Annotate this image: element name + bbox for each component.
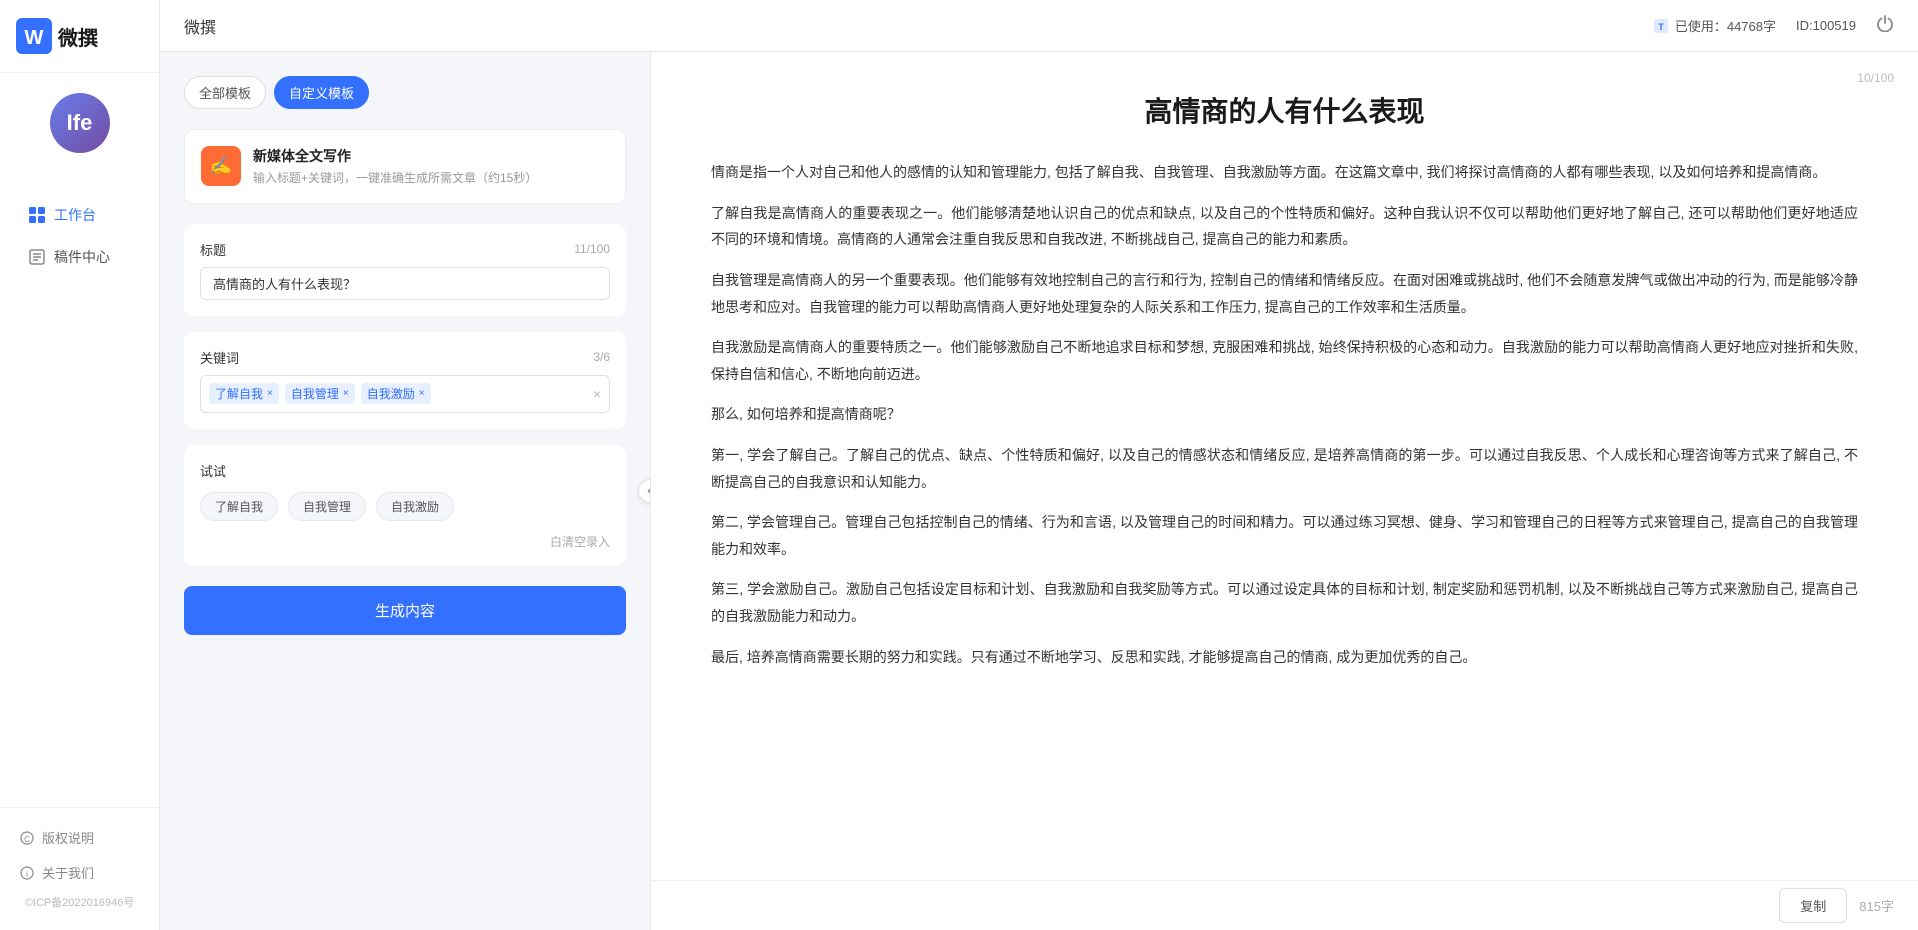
tab-custom[interactable]: 自定义模板 bbox=[274, 76, 369, 109]
keyword-label: 关键词 3/6 bbox=[200, 348, 610, 367]
svg-text:i: i bbox=[26, 870, 28, 879]
tags-container[interactable]: 了解自我 × 自我管理 × 自我激励 × × bbox=[200, 375, 610, 413]
topbar-title: 微撰 bbox=[184, 14, 216, 38]
sidebar-item-workbench[interactable]: 工作台 bbox=[8, 195, 151, 235]
test-section: 试试 了解自我 自我管理 自我激励 白清空录入 bbox=[184, 445, 626, 566]
sidebar: W 微撰 Ife 工作台 稿件中心 bbox=[0, 0, 160, 930]
article-para-0: 情商是指一个人对自己和他人的感情的认知和管理能力, 包括了解自我、自我管理、自我… bbox=[711, 159, 1858, 186]
drafts-icon bbox=[28, 248, 46, 266]
sidebar-about[interactable]: i 关于我们 bbox=[0, 855, 159, 890]
tag-3[interactable]: 自我激励 × bbox=[361, 383, 431, 404]
right-panel: 10/100 高情商的人有什么表现 情商是指一个人对自己和他人的感情的认知和管理… bbox=[651, 52, 1918, 930]
usage-text: 已使用：44768字 bbox=[1675, 16, 1776, 35]
test-clear-btn[interactable]: 白清空录入 bbox=[200, 533, 610, 550]
workbench-icon bbox=[28, 206, 46, 224]
title-input[interactable] bbox=[200, 267, 610, 300]
about-label: 关于我们 bbox=[42, 863, 94, 882]
title-count: 11/100 bbox=[574, 242, 610, 256]
tag-2-text: 自我管理 bbox=[291, 385, 339, 402]
keyword-count: 3/6 bbox=[593, 350, 610, 364]
topbar-usage: T 已使用：44768字 bbox=[1653, 16, 1776, 35]
logo-text: 微撰 bbox=[58, 22, 98, 51]
tag-3-text: 自我激励 bbox=[367, 385, 415, 402]
tag-1[interactable]: 了解自我 × bbox=[209, 383, 279, 404]
template-tabs: 全部模板 自定义模板 bbox=[184, 76, 626, 109]
tab-all[interactable]: 全部模板 bbox=[184, 76, 266, 109]
topbar: 微撰 T 已使用：44768字 ID:100519 bbox=[160, 0, 1918, 52]
test-label: 试试 bbox=[200, 461, 610, 480]
test-chips: 了解自我 自我管理 自我激励 bbox=[200, 492, 610, 521]
generate-button[interactable]: 生成内容 bbox=[184, 586, 626, 635]
article-para-6: 第二, 学会管理自己。管理自己包括控制自己的情绪、行为和言语, 以及管理自己的时… bbox=[711, 509, 1858, 562]
logo-icon: W bbox=[16, 18, 52, 54]
content-area: 全部模板 自定义模板 ✍ 新媒体全文写作 输入标题+关键词，一键准确生成所需文章… bbox=[160, 52, 1918, 930]
svg-text:T: T bbox=[1658, 22, 1664, 32]
avatar-area: Ife bbox=[0, 73, 159, 173]
title-label: 标题 11/100 bbox=[200, 240, 610, 259]
tag-2[interactable]: 自我管理 × bbox=[285, 383, 355, 404]
article-para-1: 了解自我是高情商人的重要表现之一。他们能够清楚地认识自己的优点和缺点, 以及自己… bbox=[711, 200, 1858, 253]
test-chip-1[interactable]: 了解自我 bbox=[200, 492, 278, 521]
topbar-id: ID:100519 bbox=[1796, 18, 1856, 33]
left-panel: 全部模板 自定义模板 ✍ 新媒体全文写作 输入标题+关键词，一键准确生成所需文章… bbox=[160, 52, 650, 930]
article-para-3: 自我激励是高情商人的重要特质之一。他们能够激励自己不断地追求目标和梦想, 克服困… bbox=[711, 334, 1858, 387]
template-card-title: 新媒体全文写作 bbox=[253, 146, 537, 166]
usage-icon: T bbox=[1653, 18, 1669, 34]
article-bottom-bar: 复制 815字 bbox=[651, 880, 1918, 930]
topbar-right: T 已使用：44768字 ID:100519 bbox=[1653, 14, 1894, 37]
collapse-panel-btn[interactable] bbox=[638, 479, 650, 503]
tags-clear-btn[interactable]: × bbox=[593, 386, 601, 402]
icp-text: ©ICP备2022016946号 bbox=[0, 890, 159, 914]
about-icon: i bbox=[20, 866, 34, 880]
copyright-icon: C bbox=[20, 831, 34, 845]
sidebar-copyright[interactable]: C 版权说明 bbox=[0, 820, 159, 855]
tag-3-close[interactable]: × bbox=[419, 388, 425, 399]
logo-area: W 微撰 bbox=[0, 0, 159, 73]
main-wrapper: 微撰 T 已使用：44768字 ID:100519 全 bbox=[160, 0, 1918, 930]
svg-text:W: W bbox=[25, 27, 44, 49]
article-para-8: 最后, 培养高情商需要长期的努力和实践。只有通过不断地学习、反思和实践, 才能够… bbox=[711, 644, 1858, 671]
test-chip-3[interactable]: 自我激励 bbox=[376, 492, 454, 521]
svg-text:C: C bbox=[24, 835, 30, 844]
template-card-newmedia[interactable]: ✍ 新媒体全文写作 输入标题+关键词，一键准确生成所需文章（约15秒） bbox=[184, 129, 626, 204]
sidebar-item-drafts-label: 稿件中心 bbox=[54, 247, 110, 267]
article-para-4: 那么, 如何培养和提高情商呢？ bbox=[711, 401, 1858, 428]
sidebar-bottom: C 版权说明 i 关于我们 ©ICP备2022016946号 bbox=[0, 807, 159, 930]
template-card-icon: ✍ bbox=[201, 146, 241, 186]
template-card-desc: 输入标题+关键词，一键准确生成所需文章（约15秒） bbox=[253, 170, 537, 187]
sidebar-nav: 工作台 稿件中心 bbox=[0, 173, 159, 807]
article-counter: 10/100 bbox=[1857, 68, 1894, 90]
char-count: 815字 bbox=[1859, 896, 1894, 915]
tag-1-text: 了解自我 bbox=[215, 385, 263, 402]
copy-button[interactable]: 复制 bbox=[1779, 888, 1847, 923]
title-section: 标题 11/100 bbox=[184, 224, 626, 316]
test-chip-2[interactable]: 自我管理 bbox=[288, 492, 366, 521]
article-para-7: 第三, 学会激励自己。激励自己包括设定目标和计划、自我激励和自我奖励等方式。可以… bbox=[711, 576, 1858, 629]
template-card-info: 新媒体全文写作 输入标题+关键词，一键准确生成所需文章（约15秒） bbox=[253, 146, 537, 187]
avatar: Ife bbox=[50, 93, 110, 153]
power-button[interactable] bbox=[1876, 14, 1894, 37]
article-container: 10/100 高情商的人有什么表现 情商是指一个人对自己和他人的感情的认知和管理… bbox=[651, 52, 1918, 880]
tag-1-close[interactable]: × bbox=[267, 388, 273, 399]
article-para-5: 第一, 学会了解自己。了解自己的优点、缺点、个性特质和偏好, 以及自己的情感状态… bbox=[711, 442, 1858, 495]
tag-2-close[interactable]: × bbox=[343, 388, 349, 399]
article-body: 情商是指一个人对自己和他人的感情的认知和管理能力, 包括了解自我、自我管理、自我… bbox=[711, 159, 1858, 670]
article-para-2: 自我管理是高情商人的另一个重要表现。他们能够有效地控制自己的言行和行为, 控制自… bbox=[711, 267, 1858, 320]
copyright-label: 版权说明 bbox=[42, 828, 94, 847]
sidebar-item-workbench-label: 工作台 bbox=[54, 205, 96, 225]
article-title: 高情商的人有什么表现 bbox=[711, 92, 1858, 131]
sidebar-item-drafts[interactable]: 稿件中心 bbox=[8, 237, 151, 277]
keyword-section: 关键词 3/6 了解自我 × 自我管理 × 自我激励 × bbox=[184, 332, 626, 429]
